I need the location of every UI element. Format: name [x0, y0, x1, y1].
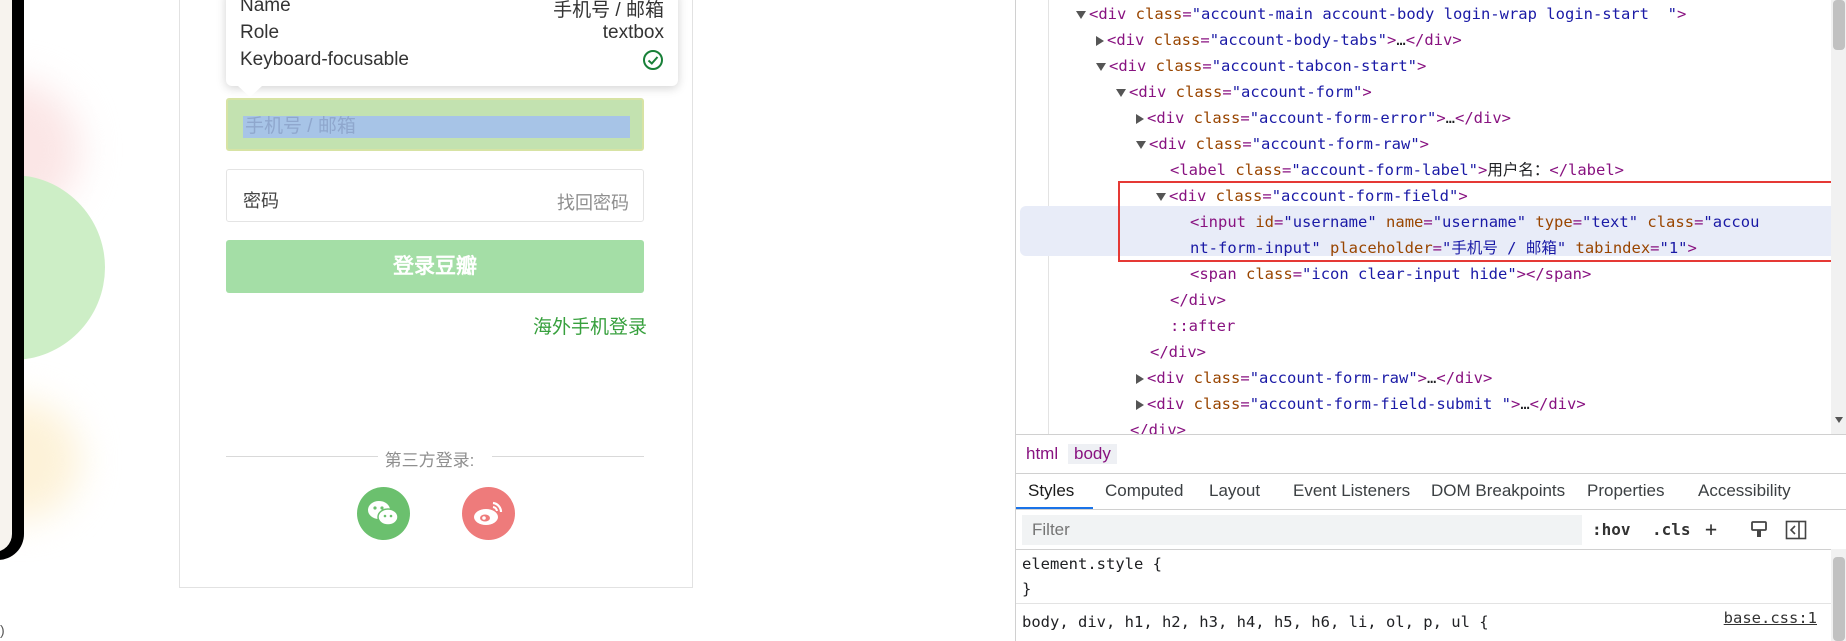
css-rule-selector[interactable]: body, div, h1, h2, h3, h4, h5, h6, li, o… — [1022, 613, 1489, 631]
dom-node-line[interactable]: <div class="account-form-raw"> — [1136, 131, 1429, 157]
dom-node-line[interactable]: ::after — [1170, 313, 1235, 339]
password-input[interactable]: 密码 找回密码 — [226, 169, 644, 222]
web-page: 手机号 / 邮箱 密码 找回密码 登录豆瓣 海外手机登录 第三方登录: Name… — [0, 0, 1015, 641]
dom-node-line[interactable]: <div class="account-form-field-submit ">… — [1136, 391, 1586, 417]
dom-node-line[interactable]: <label class="account-form-label">用户名：</… — [1170, 157, 1624, 183]
weibo-icon — [474, 501, 503, 525]
login-button[interactable]: 登录豆瓣 — [226, 240, 644, 293]
dom-node-line[interactable]: <div class="account-tabcon-start"> — [1096, 53, 1426, 79]
tab-event-listeners[interactable]: Event Listeners — [1293, 481, 1410, 501]
cls-toggle[interactable]: .cls — [1652, 520, 1691, 539]
active-tab-indicator — [1016, 507, 1093, 509]
forgot-password-link[interactable]: 找回密码 — [557, 189, 629, 215]
hov-toggle[interactable]: :hov — [1592, 520, 1631, 539]
elements-scroll-thumb[interactable] — [1833, 0, 1845, 50]
wechat-icon — [368, 501, 399, 526]
dom-node-line[interactable]: <div class="account-form-raw">…</div> — [1136, 365, 1492, 391]
dom-node-line[interactable]: <div class="account-form"> — [1116, 79, 1372, 105]
dom-node-line[interactable]: <input id="username" name="username" typ… — [1190, 209, 1759, 235]
tooltip-value: textbox — [602, 22, 664, 43]
tab-styles[interactable]: Styles — [1028, 481, 1074, 501]
tooltip-key: Role — [240, 22, 280, 43]
styles-toolbar: :hov .cls + — [1016, 511, 1846, 550]
accessibility-tooltip: Name 手机号 / 邮箱 Role textbox Keyboard-focu… — [226, 0, 678, 97]
username-input[interactable]: 手机号 / 邮箱 — [226, 98, 644, 151]
element-style-selector[interactable]: element.style { — [1022, 555, 1162, 573]
expand-arrow-icon[interactable] — [1076, 10, 1086, 19]
tab-dom-breakpoints[interactable]: DOM Breakpoints — [1431, 481, 1565, 501]
breadcrumb-body[interactable]: body — [1068, 444, 1117, 464]
password-placeholder: 密码 — [243, 191, 279, 211]
third-party-login-label: 第三方登录: — [384, 451, 475, 470]
tab-layout[interactable]: Layout — [1209, 481, 1260, 501]
new-rule-button[interactable]: + — [1705, 517, 1717, 541]
breadcrumb: html body — [1016, 434, 1846, 474]
tooltip-row-focusable: Keyboard-focusable — [240, 49, 664, 75]
elements-tree[interactable]: <div class="account-main account-body lo… — [1016, 0, 1846, 434]
collapse-arrow-icon[interactable] — [1136, 373, 1144, 384]
paint-icon[interactable] — [1749, 520, 1769, 545]
devtools-panel: <div class="account-main account-body lo… — [1015, 0, 1846, 641]
expand-arrow-icon[interactable] — [1136, 140, 1146, 149]
expand-arrow-icon[interactable] — [1156, 192, 1166, 201]
css-source-link[interactable]: base.css:1 — [1724, 609, 1817, 627]
toggle-sidebar-icon[interactable] — [1785, 520, 1807, 545]
styles-scroll-thumb[interactable] — [1833, 557, 1845, 641]
rule-separator — [1016, 603, 1846, 604]
check-circle-icon — [642, 49, 664, 77]
collapse-arrow-icon[interactable] — [1136, 399, 1144, 410]
weibo-login-button[interactable] — [462, 487, 515, 540]
sidebar-tabs: Styles Computed Layout Event Listeners D… — [1016, 473, 1846, 510]
expand-arrow-icon[interactable] — [1096, 62, 1106, 71]
dom-node-line[interactable]: <div class="account-form-error">…</div> — [1136, 105, 1511, 131]
overseas-phone-login-link[interactable]: 海外手机登录 — [533, 312, 647, 339]
elements-scrollbar[interactable] — [1831, 0, 1846, 434]
tooltip-row-role: Role textbox — [240, 22, 664, 48]
dom-node-line[interactable]: <span class="icon clear-input hide"></sp… — [1190, 261, 1591, 287]
tooltip-value: 手机号 / 邮箱 — [553, 0, 664, 21]
dom-node-line[interactable]: </div> — [1150, 339, 1206, 365]
collapse-arrow-icon[interactable] — [1136, 113, 1144, 124]
element-style-close: } — [1022, 580, 1032, 598]
username-placeholder-highlight: 手机号 / 邮箱 — [243, 116, 630, 138]
tooltip-key: Name — [240, 0, 291, 16]
dom-node-line[interactable]: <div class="account-main account-body lo… — [1076, 1, 1686, 27]
wechat-login-button[interactable] — [357, 487, 410, 540]
breadcrumb-html[interactable]: html — [1020, 444, 1064, 464]
dom-node-line[interactable]: <div class="account-form-field"> — [1156, 183, 1468, 209]
dom-node-line[interactable]: <div class="account-body-tabs">…</div> — [1096, 27, 1462, 53]
dom-node-line[interactable]: </div> — [1170, 287, 1226, 313]
tab-accessibility[interactable]: Accessibility — [1698, 481, 1791, 501]
dom-node-line[interactable]: nt-form-input" placeholder="手机号 / 邮箱" ta… — [1190, 235, 1697, 261]
collapse-arrow-icon[interactable] — [1096, 35, 1104, 46]
dom-node-line[interactable]: </div> — [1130, 417, 1186, 434]
tooltip-row-name: Name 手机号 / 邮箱 — [240, 0, 664, 21]
expand-arrow-icon[interactable] — [1116, 88, 1126, 97]
tooltip-key: Keyboard-focusable — [240, 49, 409, 70]
scroll-down-arrow-icon[interactable] — [1835, 417, 1843, 423]
page-edge-mark: ) — [0, 622, 5, 638]
tab-properties[interactable]: Properties — [1587, 481, 1664, 501]
tab-computed[interactable]: Computed — [1105, 481, 1183, 501]
tooltip-arrow — [238, 86, 262, 97]
styles-filter-input[interactable] — [1022, 515, 1582, 545]
